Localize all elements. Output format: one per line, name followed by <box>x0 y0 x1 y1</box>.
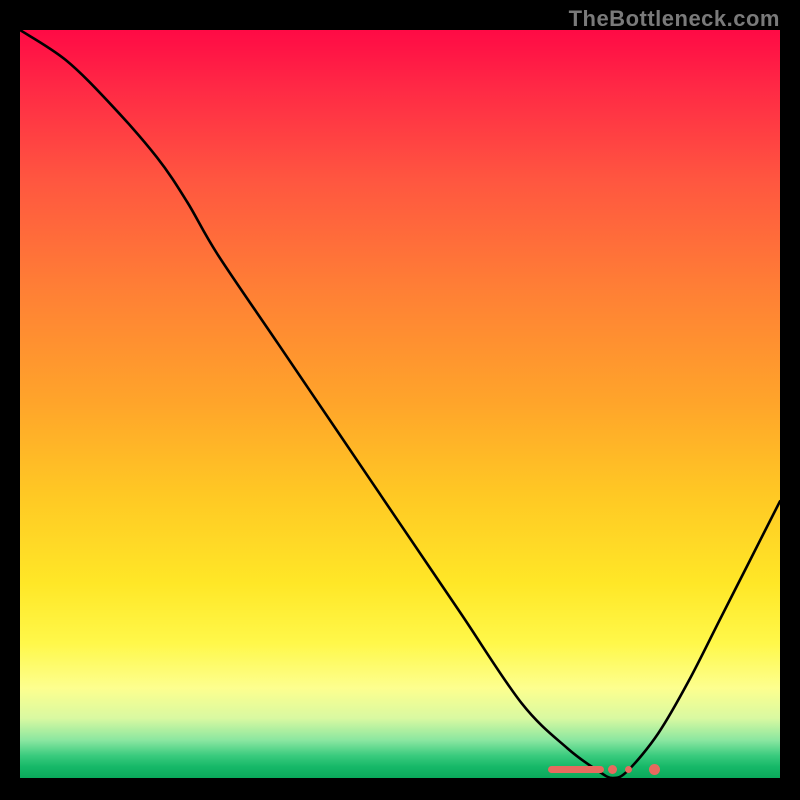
marker-dash <box>548 766 604 773</box>
marker-dot <box>649 764 660 775</box>
watermark-text: TheBottleneck.com <box>569 6 780 32</box>
marker-dot <box>608 765 617 774</box>
plot-area <box>20 30 780 778</box>
marker-dot <box>625 766 632 773</box>
chart-root: TheBottleneck.com <box>0 0 800 800</box>
markers-layer <box>20 30 780 778</box>
